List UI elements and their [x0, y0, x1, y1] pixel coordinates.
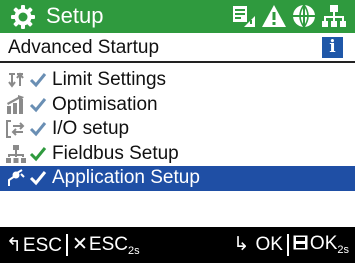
enter-arrow-icon: ↳ — [233, 234, 250, 255]
menu-item-label: Limit Settings — [52, 69, 167, 91]
footer-left: ↰ESC ✕ESC2s — [6, 233, 140, 257]
menu-item-label: Application Setup — [52, 167, 200, 189]
check-icon — [28, 119, 48, 139]
info-icon[interactable]: i — [322, 37, 343, 58]
menu-item-io-setup[interactable]: I/O setup — [0, 117, 355, 142]
io-setup-icon — [6, 119, 26, 139]
drive-display: Setup Advanced Startup i Limit Settings … — [0, 0, 355, 263]
esc-long-softkey[interactable]: ✕ESC2s — [72, 233, 140, 257]
check-icon — [28, 168, 48, 188]
softkey-bar: ↰ESC ✕ESC2s ↳ OK OK2s — [0, 227, 355, 263]
menu-title: Advanced Startup — [8, 37, 160, 58]
menu-item-fieldbus-setup[interactable]: Fieldbus Setup — [0, 142, 355, 167]
divider — [286, 233, 289, 256]
menu-item-optimisation[interactable]: Optimisation — [0, 93, 355, 118]
check-icon — [28, 144, 48, 164]
menu-list: Limit Settings Optimisation I/O setup Fi… — [0, 68, 355, 191]
io-status-icon — [233, 6, 255, 27]
menu-item-label: Optimisation — [52, 93, 158, 115]
save-icon — [293, 235, 308, 250]
subheader-bar: Advanced Startup i — [0, 33, 355, 63]
header-bar: Setup — [0, 0, 355, 33]
ok-softkey[interactable]: ↳ OK — [233, 233, 283, 256]
menu-item-limit-settings[interactable]: Limit Settings — [0, 68, 355, 93]
check-icon — [28, 95, 48, 115]
fieldbus-icon — [322, 5, 346, 27]
ok-long-softkey[interactable]: OK2s — [293, 233, 349, 256]
footer-right: ↳ OK OK2s — [233, 233, 349, 256]
network-icon — [6, 144, 26, 164]
back-arrow-icon: ↰ — [6, 234, 22, 256]
page-title: Setup — [46, 3, 104, 28]
menu-item-application-setup[interactable]: Application Setup — [0, 166, 355, 191]
menu-item-label: Fieldbus Setup — [52, 142, 179, 164]
application-icon — [6, 168, 26, 188]
check-icon — [28, 70, 48, 90]
limit-icon — [6, 70, 26, 90]
menu-item-label: I/O setup — [52, 118, 130, 140]
globe-icon — [293, 4, 315, 29]
esc-softkey[interactable]: ↰ESC — [6, 234, 62, 257]
close-icon: ✕ — [72, 234, 88, 255]
warning-icon — [262, 5, 286, 27]
gear-icon — [11, 5, 35, 29]
status-icons — [231, 3, 347, 29]
optimisation-icon — [6, 94, 26, 115]
divider — [66, 234, 68, 256]
